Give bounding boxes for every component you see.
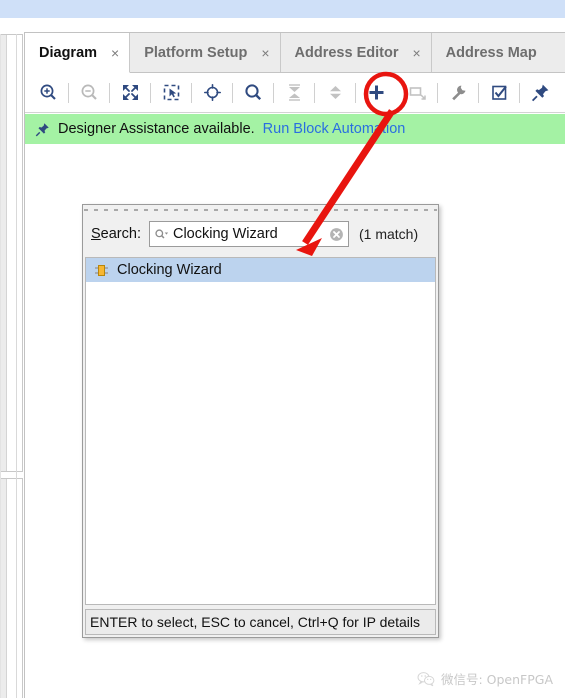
tab-diagram[interactable]: Diagram ×: [25, 33, 131, 73]
tab-address-editor-label: Address Editor: [294, 44, 399, 61]
toolbar-separator-6: [273, 82, 274, 103]
ip-search-popup: Search: Clocking Wizard (1 match) Clocki…: [82, 204, 439, 638]
designer-assistance-text: Designer Assistance available.: [58, 121, 255, 137]
search-label-rest: earch:: [100, 226, 141, 242]
window-top-strip: [0, 0, 565, 18]
tab-address-editor[interactable]: Address Editor ×: [281, 33, 432, 72]
search-label-mnemonic: S: [91, 226, 101, 242]
match-count-label: (1 match): [358, 226, 419, 242]
designer-assistance-banner: Designer Assistance available. Run Block…: [25, 114, 565, 144]
left-dock-panel-upper[interactable]: [0, 34, 23, 472]
app-root: Diagram × Platform Setup × Address Edito…: [0, 0, 565, 698]
list-item[interactable]: Clocking Wizard: [86, 258, 435, 282]
toolbar-separator-5: [232, 82, 233, 103]
left-window-edge: [0, 34, 1, 698]
search-dropdown-icon[interactable]: [154, 227, 169, 242]
search-input-value: Clocking Wizard: [172, 226, 278, 242]
search-icon[interactable]: [236, 76, 270, 110]
tab-address-editor-close-icon[interactable]: ×: [412, 46, 420, 60]
search-label: Search:: [91, 226, 141, 242]
tab-diagram-label: Diagram: [39, 44, 98, 61]
toolbar-separator-4: [191, 82, 192, 103]
left-dock-panel-lower[interactable]: [0, 478, 23, 698]
ip-core-icon: [94, 263, 109, 278]
ip-results-list[interactable]: Clocking Wizard: [85, 257, 436, 605]
tab-address-map[interactable]: Address Map: [432, 33, 547, 72]
tab-diagram-close-icon[interactable]: ×: [111, 46, 119, 60]
tab-platform-setup-close-icon[interactable]: ×: [261, 46, 269, 60]
run-block-automation-link[interactable]: Run Block Automation: [263, 121, 406, 137]
search-input[interactable]: Clocking Wizard: [148, 221, 349, 247]
left-dock-panel-lower-edge: [0, 479, 7, 698]
tab-address-map-label: Address Map: [445, 44, 537, 61]
left-dock-panel-upper-edge: [0, 35, 7, 471]
popup-status-bar: ENTER to select, ESC to cancel, Ctrl+Q f…: [85, 609, 436, 635]
popup-search-row: Search: Clocking Wizard (1 match): [83, 214, 438, 254]
fit-to-window-icon[interactable]: [113, 76, 147, 110]
list-item-label: Clocking Wizard: [117, 262, 222, 278]
zoom-out-icon[interactable]: [72, 76, 106, 110]
toolbar-separator-12: [519, 82, 520, 103]
left-dock-divider: [16, 34, 17, 698]
toolbar-separator-8: [355, 82, 356, 103]
tab-platform-setup[interactable]: Platform Setup ×: [130, 33, 281, 72]
toolbar-separator-1: [68, 82, 69, 103]
expand-all-icon[interactable]: [318, 76, 352, 110]
pin-icon: [35, 122, 50, 137]
watermark-text: 微信号: OpenFPGA: [440, 672, 553, 687]
toolbar-separator-11: [478, 82, 479, 103]
locate-target-icon[interactable]: [195, 76, 229, 110]
toolbar-separator-10: [437, 82, 438, 103]
validate-design-icon[interactable]: [482, 76, 516, 110]
collapse-all-icon[interactable]: [277, 76, 311, 110]
tab-platform-setup-label: Platform Setup: [144, 44, 248, 61]
run-connection-automation-icon[interactable]: [441, 76, 475, 110]
toolbar-separator-7: [314, 82, 315, 103]
toolbar-separator-2: [109, 82, 110, 103]
editor-tab-bar: Diagram × Platform Setup × Address Edito…: [25, 33, 565, 73]
clear-icon[interactable]: [329, 227, 344, 242]
zoom-in-icon[interactable]: [31, 76, 65, 110]
popup-status-text: ENTER to select, ESC to cancel, Ctrl+Q f…: [90, 614, 421, 630]
zoom-to-selection-icon[interactable]: [154, 76, 188, 110]
pin-icon[interactable]: [523, 76, 557, 110]
toolbar-separator-3: [150, 82, 151, 103]
wechat-icon: [417, 671, 435, 687]
add-ip-icon[interactable]: [359, 76, 393, 110]
diagram-toolbar: [25, 73, 565, 113]
watermark: 微信号: OpenFPGA: [417, 669, 553, 688]
add-module-icon[interactable]: [400, 76, 434, 110]
popup-drag-handle[interactable]: [84, 206, 437, 213]
